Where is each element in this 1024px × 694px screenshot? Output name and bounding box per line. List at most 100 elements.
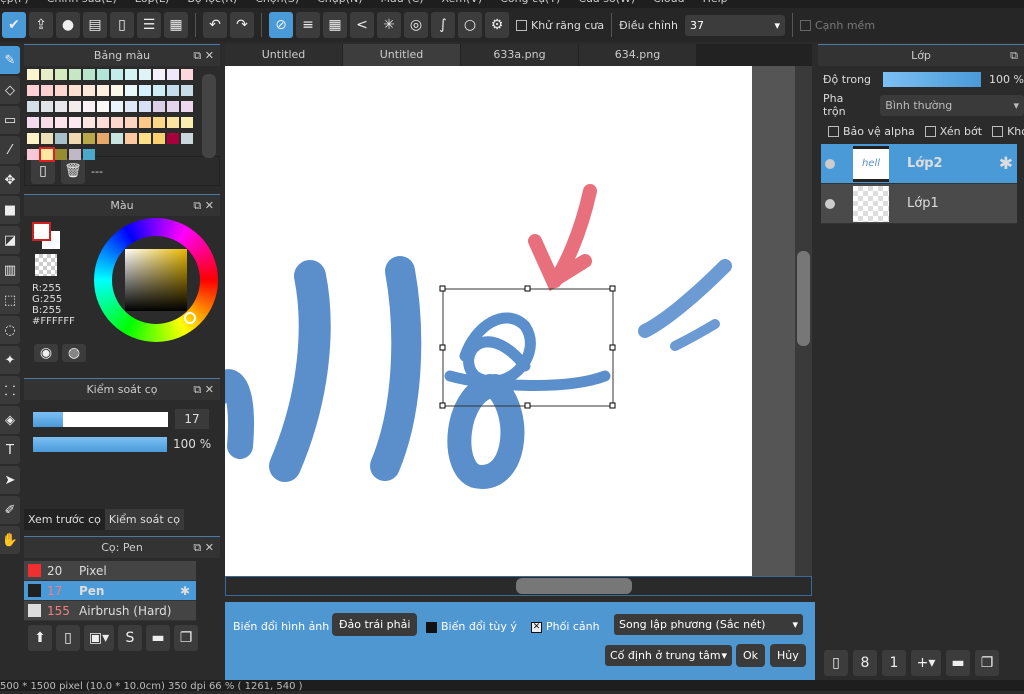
lock-checkbox[interactable]: Khóa <box>992 125 1024 138</box>
hand-tool-icon[interactable]: ✋ <box>0 526 20 554</box>
text-tool-icon[interactable]: T <box>0 436 20 464</box>
brush-tool-icon[interactable]: ✎ <box>0 46 20 74</box>
protect-alpha-checkbox[interactable]: Bảo vệ alpha <box>828 125 915 138</box>
bucket-tool-icon[interactable]: ◪ <box>0 226 20 254</box>
cloud-download-icon[interactable]: ⬆ <box>28 625 52 651</box>
palette-swatch[interactable] <box>55 85 67 96</box>
duplicate-layer-icon[interactable]: ❐ <box>975 650 999 676</box>
transparent-swatch[interactable] <box>35 254 57 276</box>
edit-grid-icon[interactable]: ▦ <box>164 12 188 38</box>
interpolation-select[interactable]: Song lập phương (Sắc nét) ▾ <box>614 614 803 635</box>
popout-icon[interactable]: ⧉ <box>1010 45 1018 67</box>
tab-untitled-1[interactable]: Untitled <box>225 44 343 66</box>
new-halftone-layer-icon[interactable]: 8 <box>853 650 877 676</box>
palette-swatch[interactable] <box>97 133 109 144</box>
palette-swatch[interactable] <box>181 133 193 144</box>
tab-634[interactable]: 634.png <box>579 44 697 66</box>
palette-swatch[interactable] <box>139 133 151 144</box>
canvas[interactable] <box>225 66 752 576</box>
eyedropper-tool-icon[interactable]: ✐ <box>0 496 20 524</box>
cloud-icon[interactable]: ✔ <box>2 12 26 38</box>
palette-swatch[interactable] <box>83 101 95 112</box>
brush-opacity-slider[interactable] <box>33 437 167 452</box>
palette-mode-icon[interactable]: ◉ <box>34 344 58 362</box>
palette-swatch[interactable] <box>69 149 81 160</box>
share-icon[interactable]: ⇪ <box>29 12 53 38</box>
palette-swatch[interactable] <box>55 69 67 80</box>
flip-horizontal-button[interactable]: Đảo trái phải <box>332 613 418 636</box>
message-icon[interactable]: ▤ <box>83 12 107 38</box>
brush-size-value[interactable]: 17 <box>175 409 209 429</box>
menu-item[interactable]: Chọn(S) <box>255 0 299 8</box>
palette-swatch[interactable] <box>83 85 95 96</box>
redo-icon[interactable]: ↷ <box>230 12 254 38</box>
palette-swatch[interactable] <box>83 69 95 80</box>
palette-swatch[interactable] <box>125 85 137 96</box>
palette-swatch[interactable] <box>41 101 53 112</box>
gear-icon[interactable]: ✱ <box>999 154 1013 174</box>
palette-swatch[interactable] <box>153 69 165 80</box>
operation-tool-icon[interactable]: ➤ <box>0 466 20 494</box>
tab-brush-control[interactable]: Kiểm soát cọ <box>104 509 184 530</box>
cancel-button[interactable]: Hủy <box>770 644 806 667</box>
saturation-square[interactable] <box>125 249 187 311</box>
popout-close-icons[interactable]: ⧉ ✕ <box>193 45 214 67</box>
color-picker-mode-icon[interactable]: ◍ <box>62 344 86 362</box>
comment-icon[interactable]: ● <box>56 12 80 38</box>
palette-swatch[interactable] <box>153 101 165 112</box>
new-layer-icon[interactable]: ▯ <box>824 650 848 676</box>
palette-swatch[interactable] <box>27 101 39 112</box>
popout-close-icons[interactable]: ⧉ ✕ <box>193 379 214 401</box>
radial-snap-icon[interactable]: ✳ <box>377 12 401 38</box>
palette-swatch[interactable] <box>69 69 81 80</box>
menu-item[interactable]: ệp(F) <box>0 0 29 8</box>
palette-swatch[interactable] <box>55 101 67 112</box>
foreground-color-swatch[interactable] <box>32 222 51 241</box>
circle-snap-icon[interactable]: ○ <box>458 12 482 38</box>
palette-swatch[interactable] <box>153 133 165 144</box>
tab-untitled-2[interactable]: Untitled <box>343 44 461 66</box>
horizontal-scrollbar[interactable] <box>225 576 812 596</box>
palette-swatch[interactable] <box>97 117 109 128</box>
concentric-snap-icon[interactable]: ◎ <box>404 12 428 38</box>
lasso-tool-icon[interactable]: ◌ <box>0 316 20 344</box>
menu-item[interactable]: Công cụ(T) <box>500 0 560 8</box>
popout-close-icons[interactable]: ⧉ ✕ <box>193 537 214 559</box>
palette-swatch[interactable] <box>55 149 67 160</box>
palette-swatch[interactable] <box>181 101 193 112</box>
grid-snap-icon[interactable]: ▦ <box>323 12 347 38</box>
palette-swatch[interactable] <box>139 117 151 128</box>
folder-icon[interactable]: ▬ <box>146 625 170 651</box>
palette-swatch[interactable] <box>167 133 179 144</box>
parallel-snap-icon[interactable]: ≡ <box>296 12 320 38</box>
gradient-tool-icon[interactable]: ▥ <box>0 256 20 284</box>
menu-item[interactable]: Bộ lọc(R) <box>187 0 237 8</box>
palette-swatch[interactable] <box>27 85 39 96</box>
palette-swatch[interactable] <box>111 117 123 128</box>
palette-swatch[interactable] <box>83 117 95 128</box>
move-tool-icon[interactable]: ✥ <box>0 166 20 194</box>
brush-size-slider[interactable] <box>33 412 168 427</box>
palette-swatch[interactable] <box>55 133 67 144</box>
palette-swatch[interactable] <box>125 69 137 80</box>
palette-swatch[interactable] <box>139 85 151 96</box>
duplicate-icon[interactable]: ❐ <box>174 625 198 651</box>
gear-icon[interactable]: ✱ <box>180 584 190 598</box>
antialias-checkbox[interactable]: Khử răng cưa <box>516 19 604 32</box>
settings-icon[interactable]: ⚙ <box>485 12 509 38</box>
menu-item[interactable]: Xem(V) <box>442 0 483 8</box>
palette-swatch[interactable] <box>111 85 123 96</box>
free-transform-checkbox[interactable]: Biến đổi tùy ý <box>426 620 517 633</box>
palette-swatch[interactable] <box>111 133 123 144</box>
palette-swatch[interactable] <box>83 149 95 160</box>
palette-swatch[interactable] <box>41 85 53 96</box>
palette-swatch[interactable] <box>111 69 123 80</box>
ok-button[interactable]: Ok <box>736 644 766 667</box>
palette-swatch[interactable] <box>167 101 179 112</box>
select-eraser-tool-icon[interactable]: ◈ <box>0 406 20 434</box>
palette-swatch[interactable] <box>125 117 137 128</box>
palette-swatch[interactable] <box>69 133 81 144</box>
palette-swatch[interactable] <box>167 85 179 96</box>
perspective-snap-icon[interactable]: < <box>350 12 374 38</box>
list-icon[interactable]: ☰ <box>137 12 161 38</box>
